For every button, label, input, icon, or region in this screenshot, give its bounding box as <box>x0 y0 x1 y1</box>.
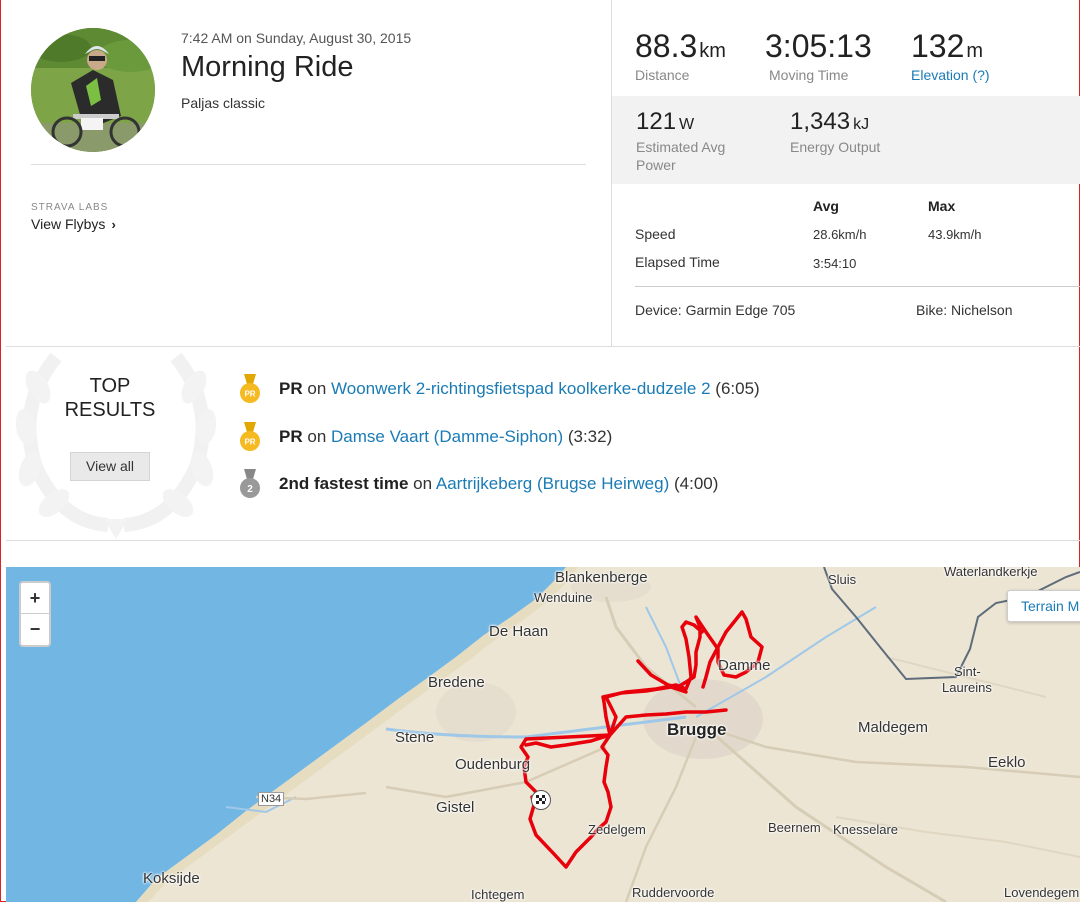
col-header-max: Max <box>928 198 956 214</box>
map-label-koksijde: Koksijde <box>143 870 200 887</box>
segment-time: (6:05) <box>715 379 760 398</box>
activity-description: Paljas classic <box>181 95 266 111</box>
map-label-bredene: Bredene <box>428 674 485 691</box>
map-label-ruddervoorde: Ruddervoorde <box>632 885 715 900</box>
map-label-ichtegem: Ichtegem <box>471 887 525 902</box>
map-label-waterlandkerkje: Waterlandkerkje <box>944 567 1038 579</box>
top-results-section: TOP RESULTS View all PR PR on Woonwerk 2… <box>6 346 1080 541</box>
activity-stats: 88.3 km Distance 3:05:13 Moving Time 132 m… <box>611 0 1080 346</box>
moving-time-label: Moving Time <box>769 67 849 83</box>
map-label-knesselare: Knesselare <box>833 822 899 837</box>
view-all-button[interactable]: View all <box>70 452 150 481</box>
silver-medal-icon: 2 <box>240 469 260 498</box>
map-label-beernem: Beernem <box>768 820 821 835</box>
speed-avg: 28.6km/h <box>813 227 867 242</box>
elevation-unit: m <box>966 40 984 62</box>
map-label-blankenberge: Blankenberge <box>555 569 648 586</box>
strava-labs-label: STRAVA LABS <box>31 202 109 213</box>
map-label-stene: Stene <box>395 729 435 746</box>
divider <box>635 286 1080 287</box>
map-label-zedelgem: Zedelgem <box>588 822 646 837</box>
road <box>705 725 947 902</box>
terrain-map-button[interactable]: Terrain M <box>1007 590 1080 622</box>
urban-area <box>436 682 516 742</box>
elapsed-time-value: 3:54:10 <box>813 256 857 271</box>
achievement-type: 2nd fastest time <box>279 474 409 493</box>
top-results-title-line2: RESULTS <box>64 399 156 421</box>
activity-header: 7:42 AM on Sunday, August 30, 2015 Morni… <box>6 0 611 346</box>
distance-value: 88.3 <box>635 28 698 64</box>
on-label: on <box>307 427 327 446</box>
pr-medal-icon: PR <box>240 422 260 451</box>
stat-distance: 88.3 km Distance <box>635 28 726 83</box>
view-flybys-link[interactable]: View Flybys › <box>31 216 116 232</box>
stat-moving-time: 3:05:13 Moving Time <box>765 28 872 83</box>
top-results-title: TOP RESULTS <box>46 374 174 422</box>
map-label-sint-laureins-2: Laureins <box>942 680 992 695</box>
segment-time: (3:32) <box>567 427 613 446</box>
country-border <box>823 567 1080 681</box>
map-label-damme: Damme <box>718 657 771 674</box>
moving-time-value: 3:05:13 <box>765 28 872 64</box>
road <box>624 736 698 902</box>
map-label-oudenburg: Oudenburg <box>455 756 531 773</box>
zoom-in-button[interactable]: + <box>21 583 49 614</box>
device-info: Device: Garmin Edge 705 <box>635 302 796 318</box>
map-label-de-haan: De Haan <box>489 623 549 640</box>
svg-text:PR: PR <box>244 438 255 447</box>
segment-link[interactable]: Woonwerk 2-richtingsfietspad koolkerke-d… <box>331 379 711 398</box>
distance-unit: km <box>699 40 726 62</box>
map-label-eeklo: Eeklo <box>988 754 1026 771</box>
achievement-text: PR on Woonwerk 2-richtingsfietspad koolk… <box>279 379 760 399</box>
stat-power: 121 W Estimated Avg Power <box>636 108 746 174</box>
pr-medal-icon: PR <box>240 374 260 403</box>
map-label-sluis: Sluis <box>828 572 857 587</box>
svg-text:2: 2 <box>247 484 253 495</box>
speed-max: 43.9km/h <box>928 227 982 242</box>
speed-label: Speed <box>635 226 676 242</box>
energy-label: Energy Output <box>790 139 881 155</box>
top-results-title-line1: TOP <box>89 375 131 397</box>
finish-flag-icon[interactable] <box>531 790 551 810</box>
power-value: 121 <box>636 108 677 135</box>
athlete-avatar[interactable] <box>31 28 155 152</box>
achievement-type: PR <box>279 427 303 446</box>
achievement-text: 2nd fastest time on Aartrijkeberg (Brugs… <box>279 474 718 494</box>
view-flybys-label: View Flybys <box>31 216 106 232</box>
map-label-brugge: Brugge <box>667 720 727 739</box>
map-label-lovendegem: Lovendegem <box>1004 885 1080 900</box>
segment-time: (4:00) <box>674 474 719 493</box>
map-label-maldegem: Maldegem <box>858 719 929 736</box>
map-label-sint-laureins-1: Sint- <box>954 664 981 679</box>
stat-elevation: 132 m Elevation (?) <box>911 28 990 83</box>
activity-title: Morning Ride <box>181 51 354 83</box>
power-label: Estimated Avg Power <box>636 139 726 173</box>
elevation-value: 132 <box>911 28 965 64</box>
on-label: on <box>413 474 433 493</box>
achievement-type: PR <box>279 379 303 398</box>
zoom-control: + − <box>19 581 51 647</box>
map-label-n34: N34 <box>258 792 285 806</box>
zoom-out-button[interactable]: − <box>21 614 49 645</box>
col-header-avg: Avg <box>813 198 839 214</box>
achievement-text: PR on Damse Vaart (Damme-Siphon) (3:32) <box>279 427 612 447</box>
energy-unit: kJ <box>853 116 870 133</box>
energy-value: 1,343 <box>790 108 851 135</box>
activity-datetime: 7:42 AM on Sunday, August 30, 2015 <box>181 30 412 46</box>
elapsed-time-label: Elapsed Time <box>635 254 720 270</box>
segment-link[interactable]: Damse Vaart (Damme-Siphon) <box>331 427 563 446</box>
chevron-right-icon: › <box>111 217 116 232</box>
stat-energy: 1,343 kJ Energy Output <box>790 108 900 156</box>
on-label: on <box>307 379 327 398</box>
svg-text:PR: PR <box>244 390 255 399</box>
route-map[interactable]: Blankenberge Wenduine De Haan Bredene St… <box>6 567 1080 902</box>
distance-label: Distance <box>635 67 690 83</box>
map-label-gistel: Gistel <box>436 799 475 816</box>
bike-info: Bike: Nichelson <box>916 302 1013 318</box>
power-unit: W <box>679 116 695 133</box>
segment-link[interactable]: Aartrijkeberg (Brugse Heirweg) <box>436 474 669 493</box>
elevation-help-link[interactable]: Elevation (?) <box>911 67 990 83</box>
divider <box>31 164 586 165</box>
map-label-wenduine: Wenduine <box>534 590 593 605</box>
